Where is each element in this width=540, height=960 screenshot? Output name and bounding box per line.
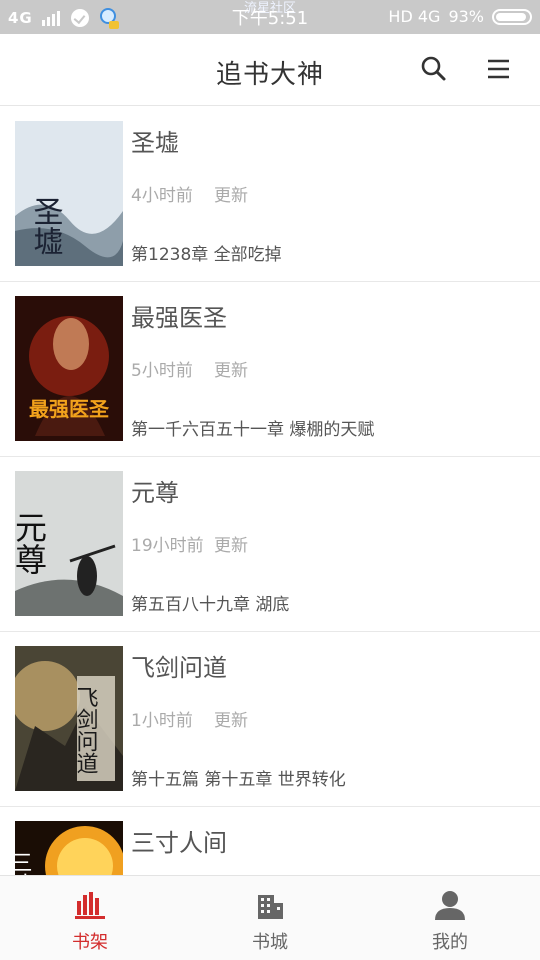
book-update-time: 5小时前 [131, 361, 193, 381]
status-bar-right: HD 4G 93% [388, 7, 532, 26]
tab-label: 书架 [72, 932, 108, 953]
book-title: 最强医圣 [131, 304, 227, 332]
book-title: 飞剑问道 [131, 654, 227, 682]
book-cover[interactable]: 元尊 [15, 471, 123, 616]
cover-text: 圣墟 [28, 196, 63, 256]
book-update-time: 19小时前 [131, 536, 204, 556]
status-bar: 4G 流星社区 下午5:51 HD 4G 93% [0, 0, 540, 34]
book-cover[interactable]: 三寸 [15, 821, 123, 875]
bookshelf-list[interactable]: 圣墟 圣墟 4小时前 更新 第1238章 全部吃掉 最强医圣 最强医圣 5小时前… [0, 107, 540, 875]
book-latest-chapter: 第1238章 全部吃掉 [131, 245, 282, 265]
book-update-time: 4小时前 [131, 186, 193, 206]
book-cover-image: 三寸 [15, 821, 123, 875]
bookshelf-icon [75, 892, 105, 919]
cover-text: 飞剑问道 [73, 686, 99, 774]
search-button[interactable] [416, 52, 452, 88]
bottom-tab-bar: 书架 书城 我的 [0, 875, 540, 960]
book-latest-chapter: 第十五篇 第十五章 世界转化 [131, 770, 346, 790]
search-icon [421, 56, 446, 81]
book-update-label: 更新 [214, 186, 248, 206]
battery-icon [492, 8, 532, 25]
bookstore-icon [258, 895, 283, 919]
profile-icon [435, 891, 465, 920]
book-cover-image: 元尊 [15, 471, 123, 616]
book-update-label: 更新 [214, 361, 248, 381]
book-update-time: 1小时前 [131, 711, 193, 731]
page-title: 追书大神 [215, 60, 324, 90]
menu-button[interactable] [481, 52, 517, 88]
battery-fill [496, 12, 526, 21]
book-title: 三寸人间 [131, 829, 227, 857]
cover-text: 最强医圣 [29, 397, 110, 421]
network-indicator: HD 4G [388, 7, 441, 26]
tab-profile[interactable]: 我的 [360, 876, 540, 960]
book-item[interactable]: 元尊 元尊 19小时前 更新 第五百八十九章 湖底 [0, 457, 540, 632]
book-item[interactable]: 圣墟 圣墟 4小时前 更新 第1238章 全部吃掉 [0, 107, 540, 282]
book-cover[interactable]: 圣墟 [15, 121, 123, 266]
book-cover[interactable]: 飞剑问道 [15, 646, 123, 791]
book-cover-image: 最强医圣 [15, 296, 123, 441]
book-cover[interactable]: 最强医圣 [15, 296, 123, 441]
cover-text: 元尊 [15, 511, 48, 575]
book-title: 元尊 [131, 479, 179, 507]
cover-text: 三寸 [15, 851, 32, 875]
book-cover-image: 飞剑问道 [15, 646, 123, 791]
battery-percent: 93% [448, 7, 484, 26]
hamburger-menu-icon [488, 59, 509, 79]
app-header: 追书大神 [0, 34, 540, 106]
tab-label: 我的 [432, 932, 468, 953]
book-update-label: 更新 [214, 711, 248, 731]
book-item[interactable]: 飞剑问道 飞剑问道 1小时前 更新 第十五篇 第十五章 世界转化 [0, 632, 540, 807]
tab-bookstore[interactable]: 书城 [180, 876, 360, 960]
book-latest-chapter: 第五百八十九章 湖底 [131, 595, 290, 615]
tab-bookshelf[interactable]: 书架 [0, 876, 180, 960]
book-update-label: 更新 [214, 536, 248, 556]
book-cover-image: 圣墟 [15, 121, 123, 266]
book-title: 圣墟 [131, 129, 179, 157]
book-item[interactable]: 最强医圣 最强医圣 5小时前 更新 第一千六百五十一章 爆棚的天赋 [0, 282, 540, 457]
tab-label: 书城 [252, 932, 288, 953]
book-item[interactable]: 三寸 三寸人间 [0, 807, 540, 875]
book-latest-chapter: 第一千六百五十一章 爆棚的天赋 [131, 420, 375, 440]
